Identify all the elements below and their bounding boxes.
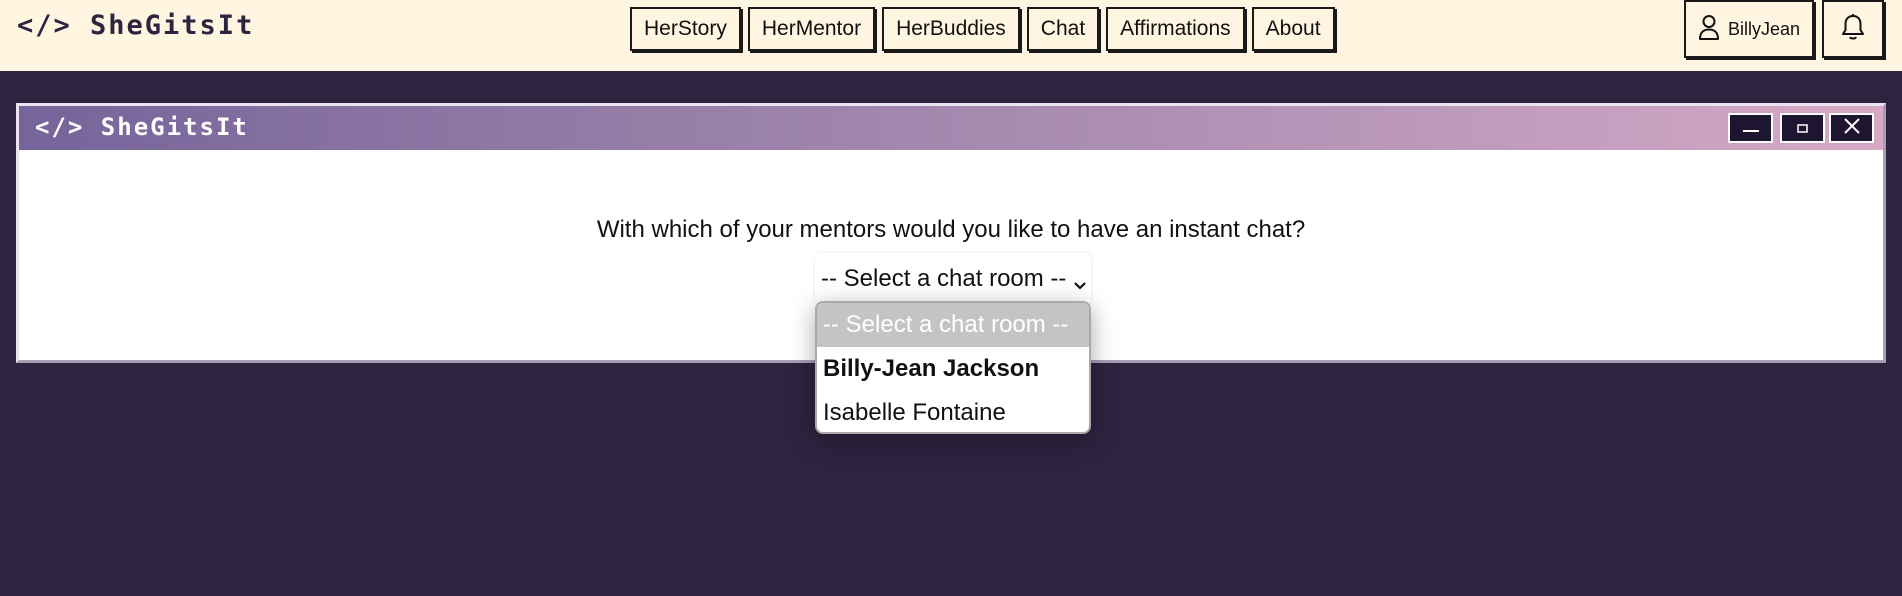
window-titlebar[interactable]: </> SheGitsIt (19, 106, 1883, 150)
notifications-button[interactable] (1822, 0, 1884, 58)
dropdown-option-placeholder[interactable]: -- Select a chat room -- (817, 303, 1089, 347)
dropdown-option-billy-jean-jackson[interactable]: Billy-Jean Jackson (817, 347, 1089, 391)
user-profile-button[interactable]: BillyJean (1684, 0, 1814, 58)
main-nav: HerStory HerMentor HerBuddies Chat Affir… (630, 7, 1335, 51)
nav-affirmations-button[interactable]: Affirmations (1106, 7, 1245, 51)
close-icon (1843, 117, 1861, 139)
nav-herbuddies-button[interactable]: HerBuddies (882, 7, 1020, 51)
minimize-button[interactable] (1728, 113, 1773, 143)
app-logo[interactable]: </> SheGitsIt (17, 10, 254, 41)
nav-herstory-button[interactable]: HerStory (630, 7, 741, 51)
close-button[interactable] (1829, 113, 1874, 143)
user-icon (1698, 14, 1720, 45)
chat-room-select-value: -- Select a chat room -- (821, 265, 1067, 292)
chat-room-dropdown-list: -- Select a chat room -- Billy-Jean Jack… (815, 301, 1091, 434)
window-title: </> SheGitsIt (35, 113, 249, 141)
nav-about-button[interactable]: About (1251, 7, 1335, 51)
nav-chat-button[interactable]: Chat (1026, 7, 1100, 51)
maximize-button[interactable] (1780, 113, 1825, 143)
chevron-down-icon (1073, 270, 1087, 298)
bell-icon (1840, 13, 1866, 45)
dropdown-option-isabelle-fontaine[interactable]: Isabelle Fontaine (817, 391, 1089, 432)
maximize-icon (1796, 119, 1810, 138)
nav-hermentor-button[interactable]: HerMentor (747, 7, 876, 51)
top-nav-bar: </> SheGitsIt HerStory HerMentor HerBudd… (0, 0, 1902, 71)
minimize-icon (1742, 119, 1760, 138)
chat-question-text: With which of your mentors would you lik… (596, 216, 1306, 243)
chat-room-select[interactable]: -- Select a chat room -- (815, 253, 1091, 305)
username-label: BillyJean (1727, 18, 1801, 39)
